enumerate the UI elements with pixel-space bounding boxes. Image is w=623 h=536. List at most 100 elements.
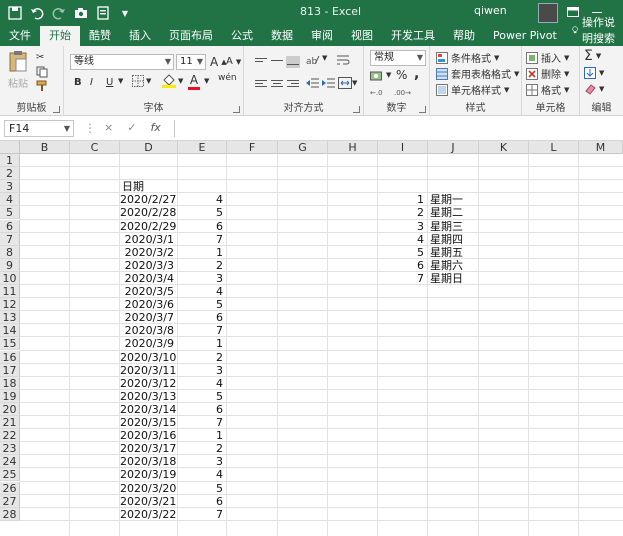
date-cell[interactable]: 2020/3/17 bbox=[120, 442, 176, 455]
tab-view[interactable]: 视图 bbox=[342, 26, 382, 46]
date-cell[interactable]: 2020/3/1 bbox=[120, 233, 174, 246]
insert-function-icon[interactable]: fx bbox=[150, 121, 160, 134]
date-cell[interactable]: 2020/2/27 bbox=[120, 193, 176, 206]
weekday-number-cell[interactable]: 6 bbox=[178, 220, 223, 233]
lookup-name-cell[interactable]: 星期日 bbox=[428, 272, 475, 285]
undo-icon[interactable] bbox=[28, 4, 46, 22]
shrink-font-button[interactable]: A ▼ bbox=[226, 56, 241, 67]
date-cell[interactable]: 2020/3/11 bbox=[120, 364, 176, 377]
paste-button[interactable]: 粘贴 bbox=[6, 50, 30, 90]
weekday-number-cell[interactable]: 2 bbox=[178, 259, 223, 272]
lookup-number-cell[interactable]: 6 bbox=[378, 259, 424, 272]
fill-color-icon[interactable] bbox=[162, 74, 176, 88]
increase-decimal-icon[interactable]: ←.0 bbox=[370, 86, 390, 96]
date-cell[interactable]: 2020/2/28 bbox=[120, 206, 176, 219]
increase-indent-icon[interactable] bbox=[322, 77, 336, 89]
decrease-indent-icon[interactable] bbox=[306, 77, 320, 89]
tab-home[interactable]: 开始 bbox=[40, 26, 80, 46]
column-header[interactable]: I bbox=[378, 141, 428, 154]
tab-developer[interactable]: 开发工具 bbox=[382, 26, 444, 46]
formula-input[interactable] bbox=[174, 120, 623, 137]
tab-insert[interactable]: 插入 bbox=[120, 26, 160, 46]
weekday-number-cell[interactable]: 6 bbox=[178, 495, 223, 508]
row-header[interactable]: 28 bbox=[0, 507, 20, 521]
date-cell[interactable]: 2020/3/10 bbox=[120, 351, 176, 364]
number-launcher-icon[interactable] bbox=[419, 106, 426, 113]
date-cell[interactable]: 2020/2/29 bbox=[120, 220, 176, 233]
weekday-number-cell[interactable]: 5 bbox=[178, 390, 223, 403]
date-cell[interactable]: 2020/3/15 bbox=[120, 416, 176, 429]
weekday-number-cell[interactable]: 7 bbox=[178, 508, 223, 521]
row-header[interactable]: 23 bbox=[0, 442, 20, 456]
lookup-name-cell[interactable]: 星期三 bbox=[428, 220, 475, 233]
weekday-number-cell[interactable]: 5 bbox=[178, 298, 223, 311]
row-header[interactable]: 27 bbox=[0, 494, 20, 508]
row-header[interactable]: 2 bbox=[0, 167, 20, 181]
weekday-number-cell[interactable]: 7 bbox=[178, 324, 223, 337]
cut-icon[interactable]: ✂ bbox=[36, 52, 44, 63]
row-header[interactable]: 9 bbox=[0, 258, 20, 272]
copy-icon[interactable] bbox=[36, 66, 48, 78]
weekday-number-cell[interactable]: 1 bbox=[178, 337, 223, 350]
lookup-number-cell[interactable]: 7 bbox=[378, 272, 424, 285]
wrap-text-icon[interactable] bbox=[336, 54, 350, 66]
italic-button[interactable]: I bbox=[90, 77, 93, 88]
lookup-number-cell[interactable]: 5 bbox=[378, 246, 424, 259]
date-cell[interactable]: 2020/3/6 bbox=[120, 298, 174, 311]
decrease-decimal-icon[interactable]: .00→ bbox=[394, 86, 414, 96]
percent-button[interactable]: % bbox=[396, 68, 407, 82]
tab-help[interactable]: 帮助 bbox=[444, 26, 484, 46]
customize-qat-icon[interactable]: ▼ bbox=[116, 4, 134, 22]
row-header[interactable]: 26 bbox=[0, 481, 20, 495]
lookup-name-cell[interactable]: 星期五 bbox=[428, 246, 475, 259]
align-top-icon[interactable] bbox=[254, 56, 268, 68]
row-header[interactable]: 11 bbox=[0, 285, 20, 299]
row-header[interactable]: 3 bbox=[0, 180, 20, 194]
lookup-number-cell[interactable]: 4 bbox=[378, 233, 424, 246]
tab-file[interactable]: 文件 bbox=[0, 26, 40, 46]
row-header[interactable]: 6 bbox=[0, 219, 20, 233]
fill-button[interactable]: ▼ bbox=[584, 67, 604, 79]
chevron-down-icon[interactable]: ▼ bbox=[178, 77, 183, 85]
row-header[interactable]: 20 bbox=[0, 402, 20, 416]
weekday-number-cell[interactable]: 3 bbox=[178, 364, 223, 377]
comma-button[interactable]: , bbox=[414, 66, 419, 82]
date-cell[interactable]: 2020/3/13 bbox=[120, 390, 176, 403]
insert-cells-button[interactable]: 插入 ▼ bbox=[526, 50, 569, 65]
tab-page-layout[interactable]: 页面布局 bbox=[160, 26, 222, 46]
row-header[interactable]: 16 bbox=[0, 350, 20, 364]
date-cell[interactable]: 2020/3/5 bbox=[120, 285, 174, 298]
tab-data[interactable]: 数据 bbox=[262, 26, 302, 46]
format-painter-icon[interactable] bbox=[36, 80, 48, 92]
row-header[interactable]: 7 bbox=[0, 232, 20, 246]
align-right-icon[interactable] bbox=[286, 78, 300, 90]
weekday-number-cell[interactable]: 6 bbox=[178, 403, 223, 416]
tell-me-search[interactable]: 操作说明搜索 bbox=[566, 14, 623, 46]
clear-button[interactable]: ▼ bbox=[584, 83, 604, 95]
weekday-number-cell[interactable]: 4 bbox=[178, 285, 223, 298]
cell-styles-button[interactable]: 单元格样式 ▼ bbox=[436, 82, 509, 97]
column-header[interactable]: J bbox=[428, 141, 479, 154]
lookup-name-cell[interactable]: 星期二 bbox=[428, 206, 475, 219]
redo-icon[interactable] bbox=[50, 4, 68, 22]
tab-power-pivot[interactable]: Power Pivot bbox=[484, 26, 566, 46]
chevron-down-icon[interactable]: ▼ bbox=[386, 71, 391, 79]
font-size-select[interactable]: 11 ▼ bbox=[176, 54, 206, 70]
date-cell[interactable]: 2020/3/18 bbox=[120, 455, 176, 468]
date-cell[interactable]: 2020/3/9 bbox=[120, 337, 174, 350]
underline-button[interactable]: U bbox=[106, 77, 113, 88]
date-cell[interactable]: 2020/3/12 bbox=[120, 377, 176, 390]
column-header[interactable]: E bbox=[178, 141, 227, 154]
row-header[interactable]: 13 bbox=[0, 311, 20, 325]
select-all-corner[interactable] bbox=[0, 141, 20, 154]
column-header[interactable]: M bbox=[579, 141, 623, 154]
weekday-number-cell[interactable]: 7 bbox=[178, 416, 223, 429]
format-cells-button[interactable]: 格式 ▼ bbox=[526, 82, 569, 97]
lookup-name-cell[interactable]: 星期一 bbox=[428, 193, 475, 206]
row-header[interactable]: 19 bbox=[0, 389, 20, 403]
date-cell[interactable]: 2020/3/19 bbox=[120, 468, 176, 481]
number-format-select[interactable]: 常规 ▼ bbox=[370, 50, 426, 66]
font-color-button[interactable]: A bbox=[188, 73, 200, 90]
weekday-number-cell[interactable]: 2 bbox=[178, 351, 223, 364]
weekday-number-cell[interactable]: 1 bbox=[178, 246, 223, 259]
